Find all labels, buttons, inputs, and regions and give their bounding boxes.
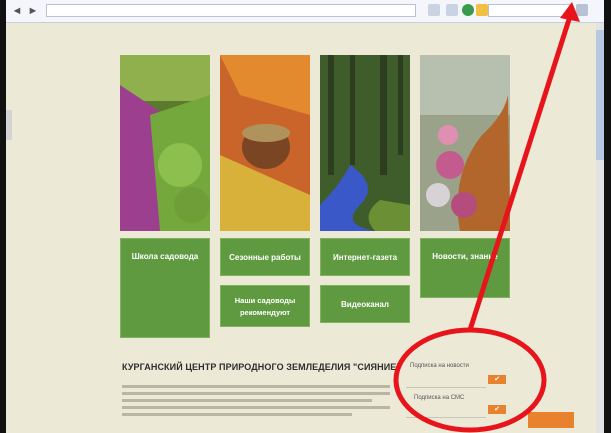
red-annotation-overlay <box>393 2 580 433</box>
red-arrow-line <box>467 7 575 333</box>
red-arrow-head <box>560 2 580 22</box>
red-circle-annotation <box>393 327 547 433</box>
